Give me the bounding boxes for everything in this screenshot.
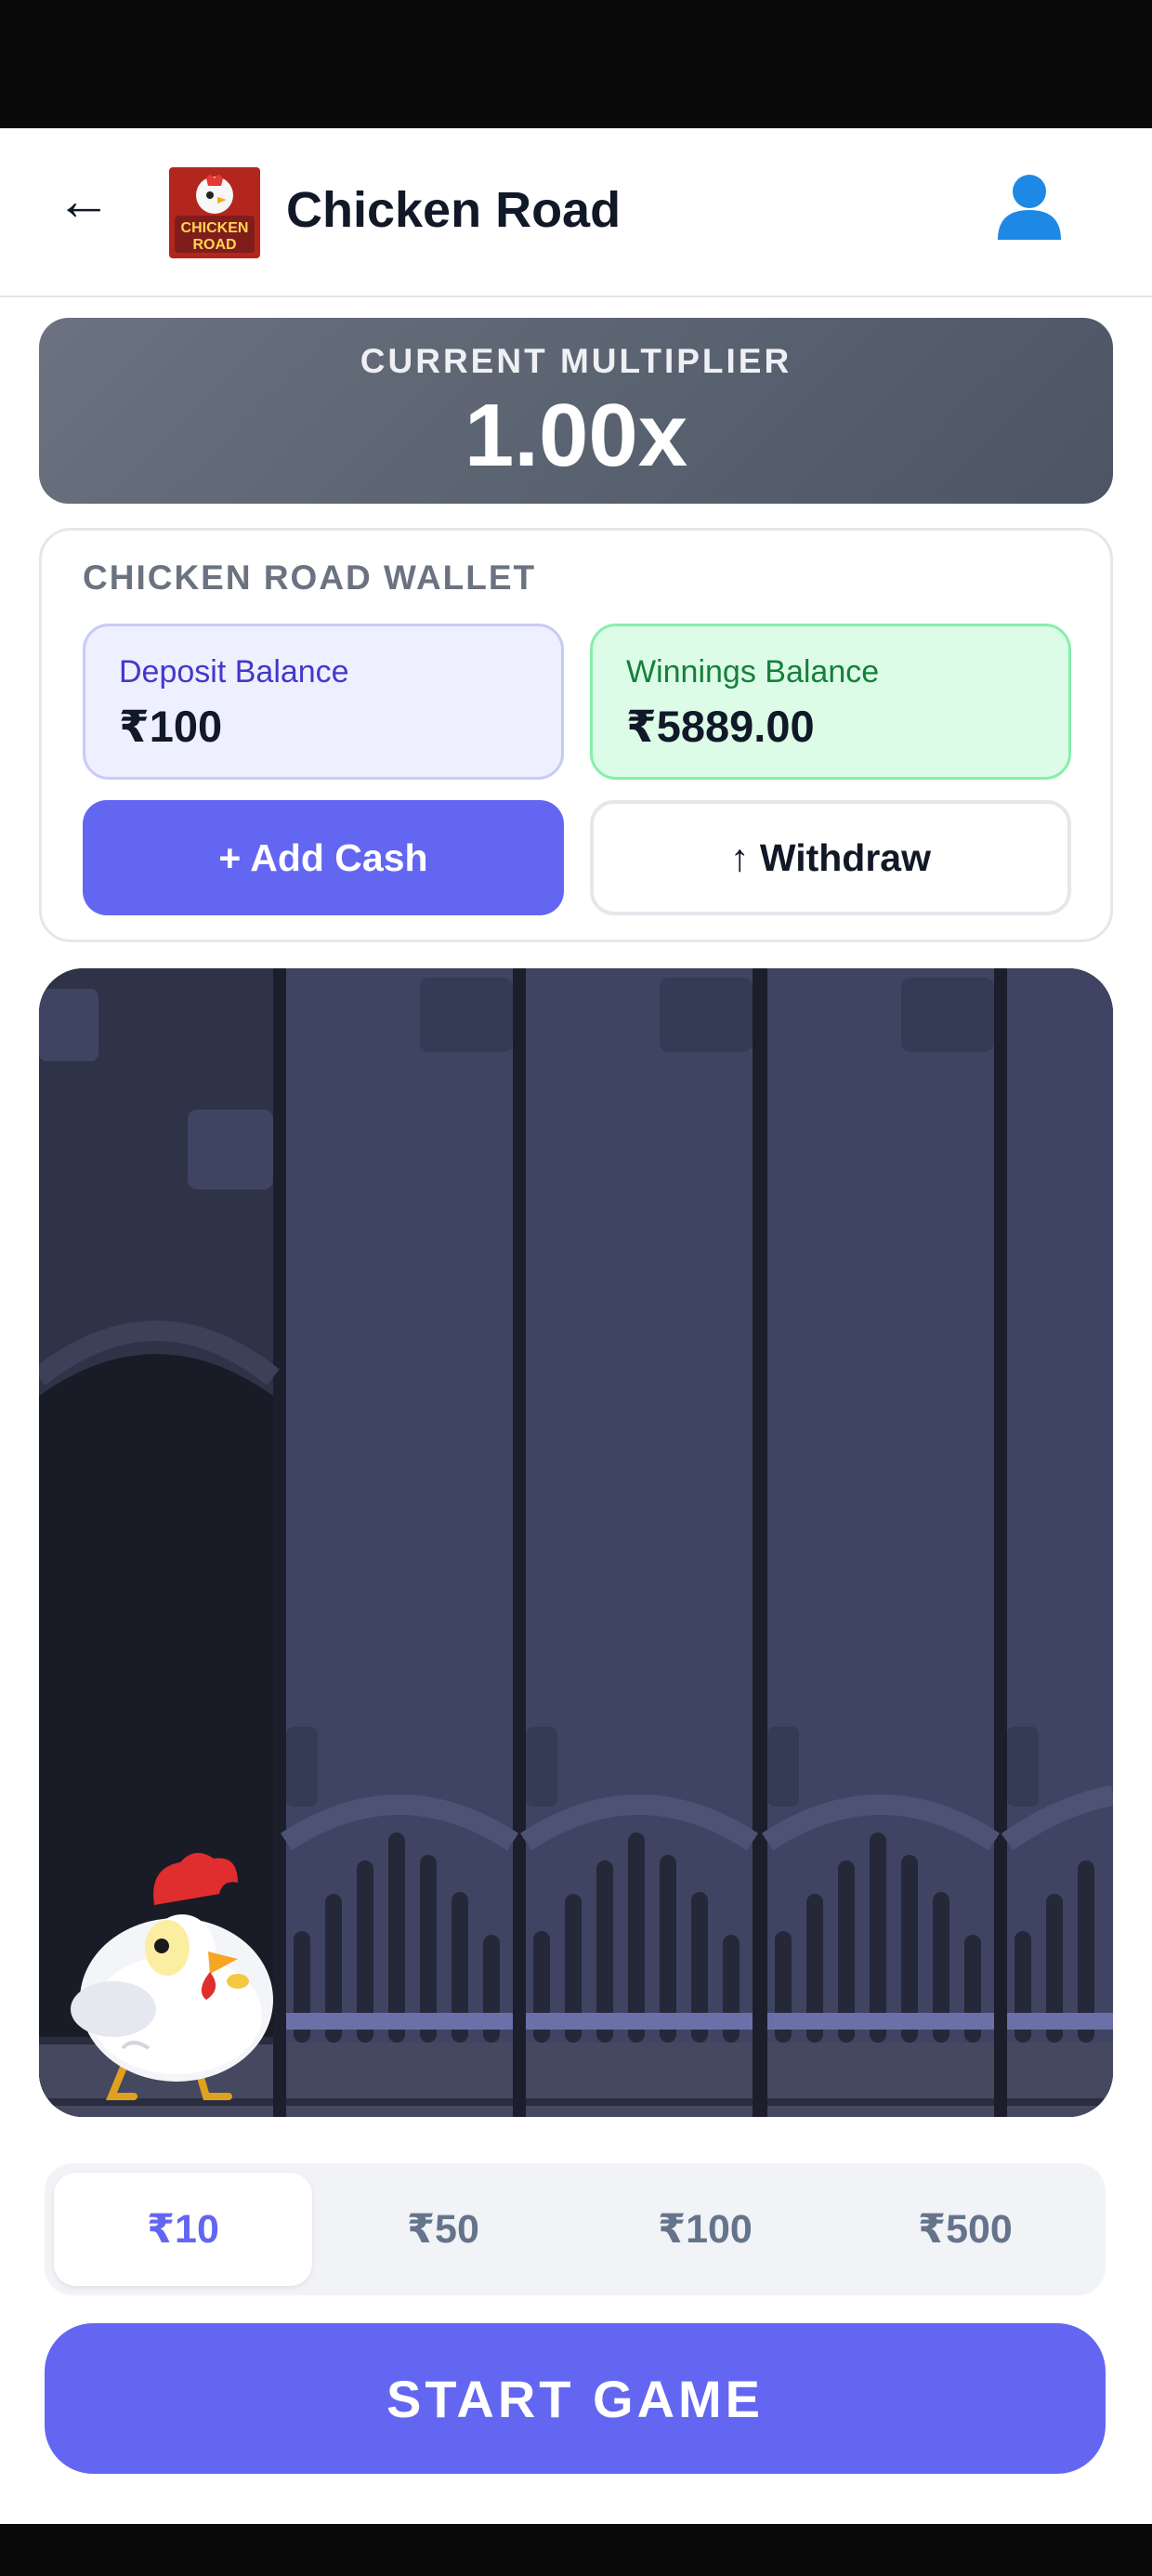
game-logo: CHICKEN ROAD: [169, 167, 260, 258]
nav-bar: ← CHICKEN ROAD Chicken Road: [0, 128, 1152, 297]
game-board[interactable]: [39, 968, 1113, 2117]
multiplier-value: 1.00x: [464, 386, 688, 485]
start-game-button[interactable]: START GAME: [45, 2323, 1106, 2474]
page-title: Chicken Road: [286, 182, 622, 238]
user-icon[interactable]: [992, 169, 1067, 243]
multiplier-card: CURRENT MULTIPLIER 1.00x: [39, 318, 1113, 504]
deposit-balance-label: Deposit Balance: [119, 654, 349, 690]
multiplier-label: CURRENT MULTIPLIER: [360, 342, 792, 380]
winnings-balance-value: ₹5889.00: [626, 702, 815, 751]
bet-panel: ₹10 ₹50 ₹100 ₹500 START GAME: [0, 2132, 1152, 2524]
lane-3[interactable]: [761, 968, 1001, 2117]
logo-text-line1: CHICKEN: [181, 220, 249, 236]
winnings-balance-label: Winnings Balance: [626, 654, 880, 690]
wallet-card: CHICKEN ROAD WALLET Deposit Balance ₹100…: [39, 528, 1113, 942]
logo-text-line2: ROAD: [192, 237, 236, 253]
app-screen: ← CHICKEN ROAD Chicken Road CURRENT MULT…: [0, 128, 1152, 2524]
deposit-balance-card: Deposit Balance ₹100: [83, 624, 564, 780]
status-bar: [0, 0, 1152, 128]
bet-option-50[interactable]: ₹50: [314, 2173, 572, 2286]
bet-option-500[interactable]: ₹500: [836, 2173, 1094, 2286]
winnings-balance-card: Winnings Balance ₹5889.00: [590, 624, 1071, 780]
deposit-balance-value: ₹100: [119, 702, 223, 751]
back-arrow-icon[interactable]: ←: [56, 173, 111, 229]
wallet-title: CHICKEN ROAD WALLET: [83, 559, 537, 597]
bet-option-10[interactable]: ₹10: [54, 2173, 312, 2286]
add-cash-button[interactable]: + Add Cash: [83, 800, 564, 915]
lane-1[interactable]: [280, 968, 519, 2117]
lane-4[interactable]: [1001, 968, 1113, 2117]
bet-option-100[interactable]: ₹100: [576, 2173, 834, 2286]
withdraw-button[interactable]: ↑ Withdraw: [590, 800, 1071, 915]
road-scene: [39, 968, 1113, 2117]
lane-2[interactable]: [519, 968, 759, 2117]
system-nav-bar: [0, 2524, 1152, 2576]
bet-selector: ₹10 ₹50 ₹100 ₹500: [45, 2163, 1106, 2295]
